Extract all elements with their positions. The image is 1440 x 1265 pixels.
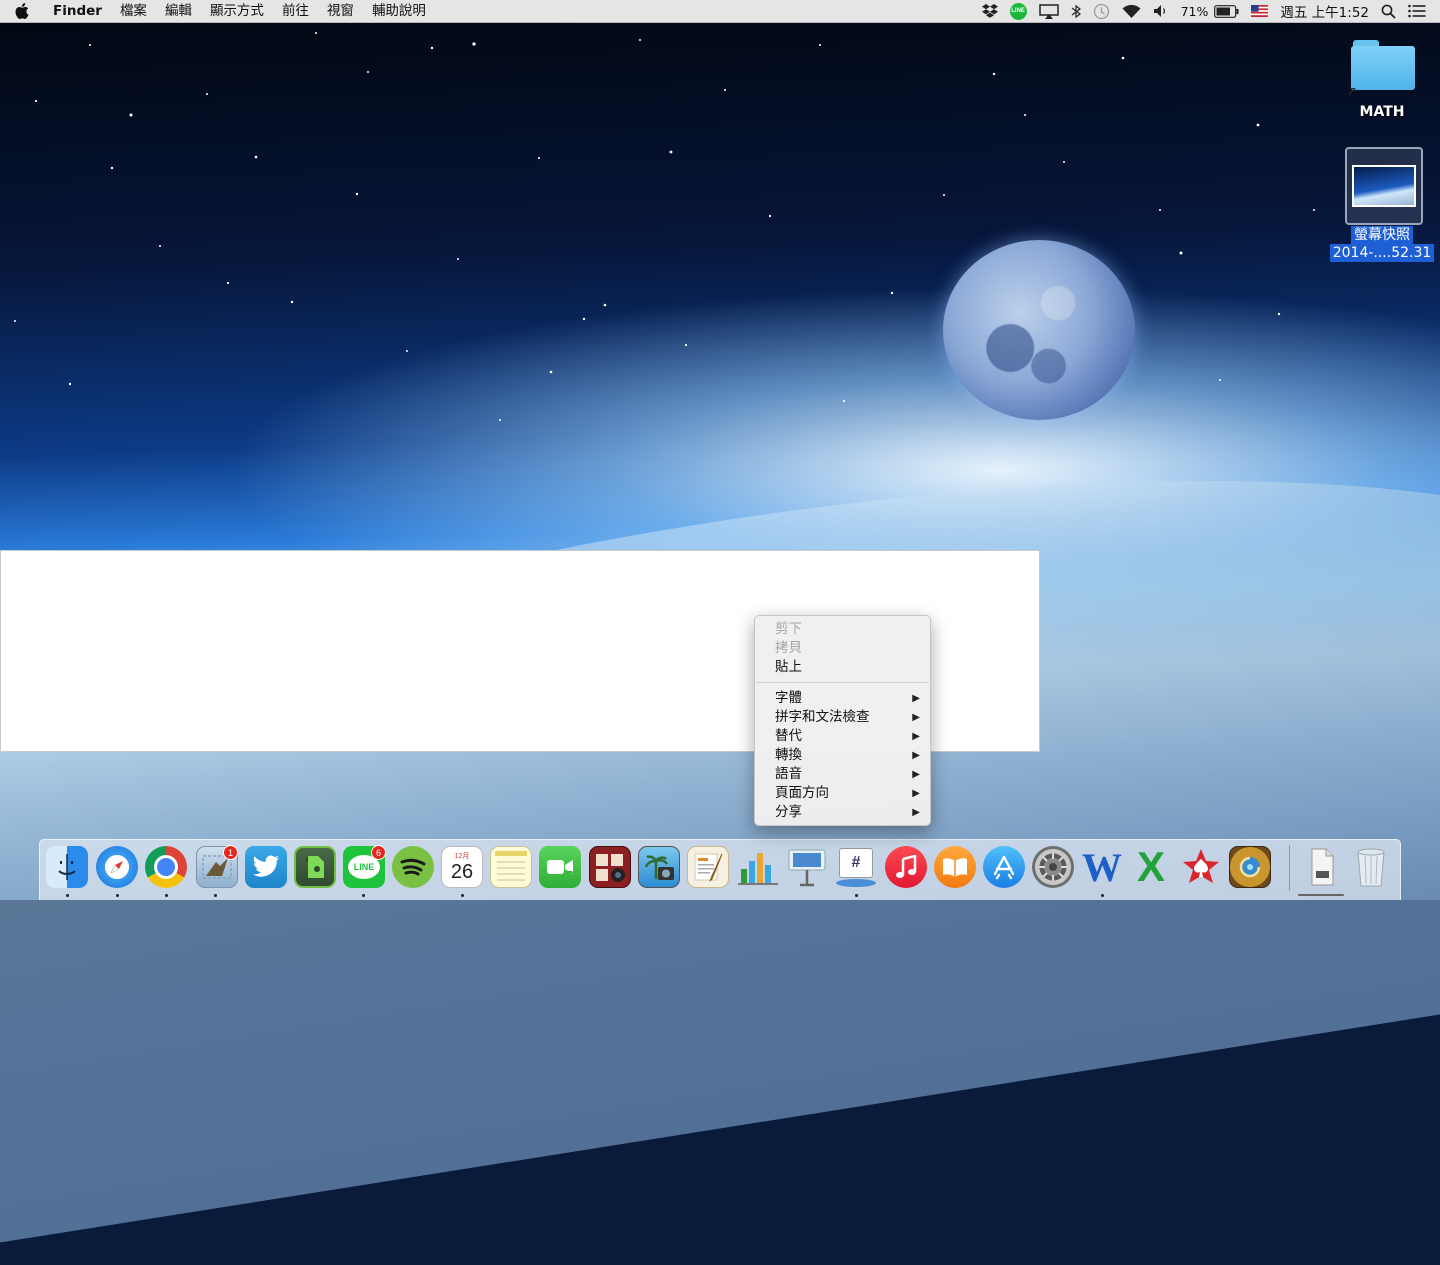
excel-dock-icon[interactable]: X — [1130, 843, 1172, 890]
wallpaper-stars — [14, 32, 1315, 421]
submenu-arrow-icon: ▶ — [912, 750, 920, 761]
chrome-dock-icon[interactable] — [145, 846, 187, 888]
running-indicator — [66, 894, 69, 897]
ctx-font[interactable]: 字體 ▶ — [755, 689, 930, 708]
bluetooth-icon[interactable] — [1065, 0, 1087, 22]
ctx-transformations[interactable]: 轉換 ▶ — [755, 746, 930, 765]
hearthstone-dock-icon[interactable] — [1229, 846, 1271, 888]
line-unread-badge: 6 — [371, 845, 386, 860]
menu-view[interactable]: 顯示方式 — [201, 0, 273, 22]
running-indicator — [165, 894, 168, 897]
running-indicator — [116, 894, 119, 897]
running-indicator — [461, 894, 464, 897]
alias-arrow-icon: ↗ — [1347, 84, 1358, 98]
menubar-clock[interactable]: 週五 上午1:52 — [1274, 0, 1375, 22]
dropbox-icon[interactable] — [976, 0, 1004, 22]
photo-booth-dock-icon[interactable] — [589, 846, 631, 888]
iphoto-dock-icon[interactable] — [638, 846, 680, 888]
ctx-share[interactable]: 分享 ▶ — [755, 803, 930, 822]
dock-separator — [1289, 845, 1290, 891]
running-indicator — [1101, 894, 1104, 897]
running-indicator — [1298, 894, 1344, 896]
running-indicator — [362, 894, 365, 897]
submenu-arrow-icon: ▶ — [912, 807, 920, 818]
notification-center-icon[interactable] — [1402, 0, 1440, 22]
submenu-arrow-icon: ▶ — [912, 788, 920, 799]
menu-go[interactable]: 前往 — [273, 0, 318, 22]
menu-file[interactable]: 檔案 — [111, 0, 156, 22]
ctx-orientation-label: 頁面方向 — [775, 785, 829, 801]
facetime-dock-icon[interactable] — [539, 846, 581, 888]
volume-icon[interactable] — [1147, 0, 1175, 22]
ctx-substitutions-label: 替代 — [775, 728, 802, 744]
evernote-dock-icon[interactable] — [294, 846, 336, 888]
word-dock-icon[interactable]: W — [1081, 845, 1123, 890]
mail-unread-badge: 1 — [223, 845, 238, 860]
time-machine-icon[interactable] — [1087, 0, 1116, 22]
running-indicator — [855, 894, 858, 897]
ctx-substitutions[interactable]: 替代 ▶ — [755, 727, 930, 746]
slack-dock-icon[interactable]: # — [835, 846, 877, 888]
menu-bar: Finder 檔案 編輯 顯示方式 前往 視窗 輔助說明 LINE 71% 週五… — [0, 0, 1440, 23]
trash-dock-icon[interactable] — [1350, 846, 1392, 888]
airplay-icon[interactable] — [1033, 0, 1065, 22]
keynote-dock-icon[interactable] — [786, 846, 828, 888]
screenshot-file-label[interactable]: 螢幕快照 2014-....52.31 — [1328, 226, 1436, 262]
math-folder-icon[interactable] — [1351, 40, 1415, 90]
calendar-dock-icon[interactable]: 12月 26 — [441, 846, 483, 888]
menu-edit[interactable]: 編輯 — [156, 0, 201, 22]
numbers-dock-icon[interactable] — [737, 846, 779, 888]
screenshot-file-icon[interactable] — [1345, 147, 1423, 225]
submenu-arrow-icon: ▶ — [912, 712, 920, 723]
notes-dock-icon[interactable] — [490, 846, 532, 888]
wallpaper-moon — [943, 240, 1135, 420]
ctx-paste[interactable]: 貼上 — [755, 658, 930, 677]
ctx-speech[interactable]: 語音 ▶ — [755, 765, 930, 784]
line-status-icon[interactable]: LINE — [1004, 0, 1033, 22]
submenu-arrow-icon: ▶ — [912, 769, 920, 780]
wifi-icon[interactable] — [1116, 0, 1147, 22]
menu-help[interactable]: 輔助說明 — [363, 0, 435, 22]
ctx-spelling-label: 拼字和文法檢查 — [775, 709, 870, 725]
finder-dock-icon[interactable] — [46, 846, 88, 888]
ctx-layout-orientation[interactable]: 頁面方向 ▶ — [755, 784, 930, 803]
running-indicator — [214, 894, 217, 897]
twitter-dock-icon[interactable] — [245, 846, 287, 888]
pages-dock-icon[interactable] — [687, 846, 729, 888]
context-menu: 剪下 拷貝 貼上 字體 ▶ 拼字和文法檢查 ▶ 替代 ▶ 轉換 ▶ 語音 ▶ 頁面方向 ▶ … — [754, 615, 931, 826]
pokerstars-dock-icon[interactable] — [1180, 846, 1222, 888]
ctx-font-label: 字體 — [775, 690, 802, 706]
input-source-us-flag-icon[interactable] — [1245, 0, 1274, 22]
ctx-separator — [756, 682, 929, 683]
math-folder-label[interactable]: MATH — [1340, 104, 1424, 120]
menu-window[interactable]: 視窗 — [318, 0, 363, 22]
ctx-speech-label: 語音 — [775, 766, 802, 782]
system-preferences-dock-icon[interactable] — [1032, 846, 1074, 888]
spotify-dock-icon[interactable] — [392, 846, 434, 888]
ctx-cut: 剪下 — [775, 621, 802, 637]
apple-menu-icon[interactable] — [0, 3, 44, 19]
ctx-spelling-grammar[interactable]: 拼字和文法檢查 ▶ — [755, 708, 930, 727]
ctx-share-label: 分享 — [775, 804, 802, 820]
downloads-stack-dock-icon[interactable] — [1301, 846, 1343, 888]
battery-percent[interactable]: 71% — [1175, 0, 1215, 22]
ctx-transformations-label: 轉換 — [775, 747, 802, 763]
submenu-arrow-icon: ▶ — [912, 693, 920, 704]
menu-finder[interactable]: Finder — [44, 0, 111, 22]
submenu-arrow-icon: ▶ — [912, 731, 920, 742]
battery-icon[interactable] — [1214, 0, 1245, 22]
screenshot-label-line1: 螢幕快照 — [1351, 226, 1413, 244]
ctx-copy: 拷貝 — [775, 640, 802, 656]
safari-dock-icon[interactable] — [96, 846, 138, 888]
screenshot-label-line2: 2014-....52.31 — [1329, 244, 1435, 262]
ibooks-dock-icon[interactable] — [934, 846, 976, 888]
itunes-dock-icon[interactable] — [885, 846, 927, 888]
spotlight-search-icon[interactable] — [1375, 0, 1402, 22]
app-store-dock-icon[interactable] — [983, 846, 1025, 888]
